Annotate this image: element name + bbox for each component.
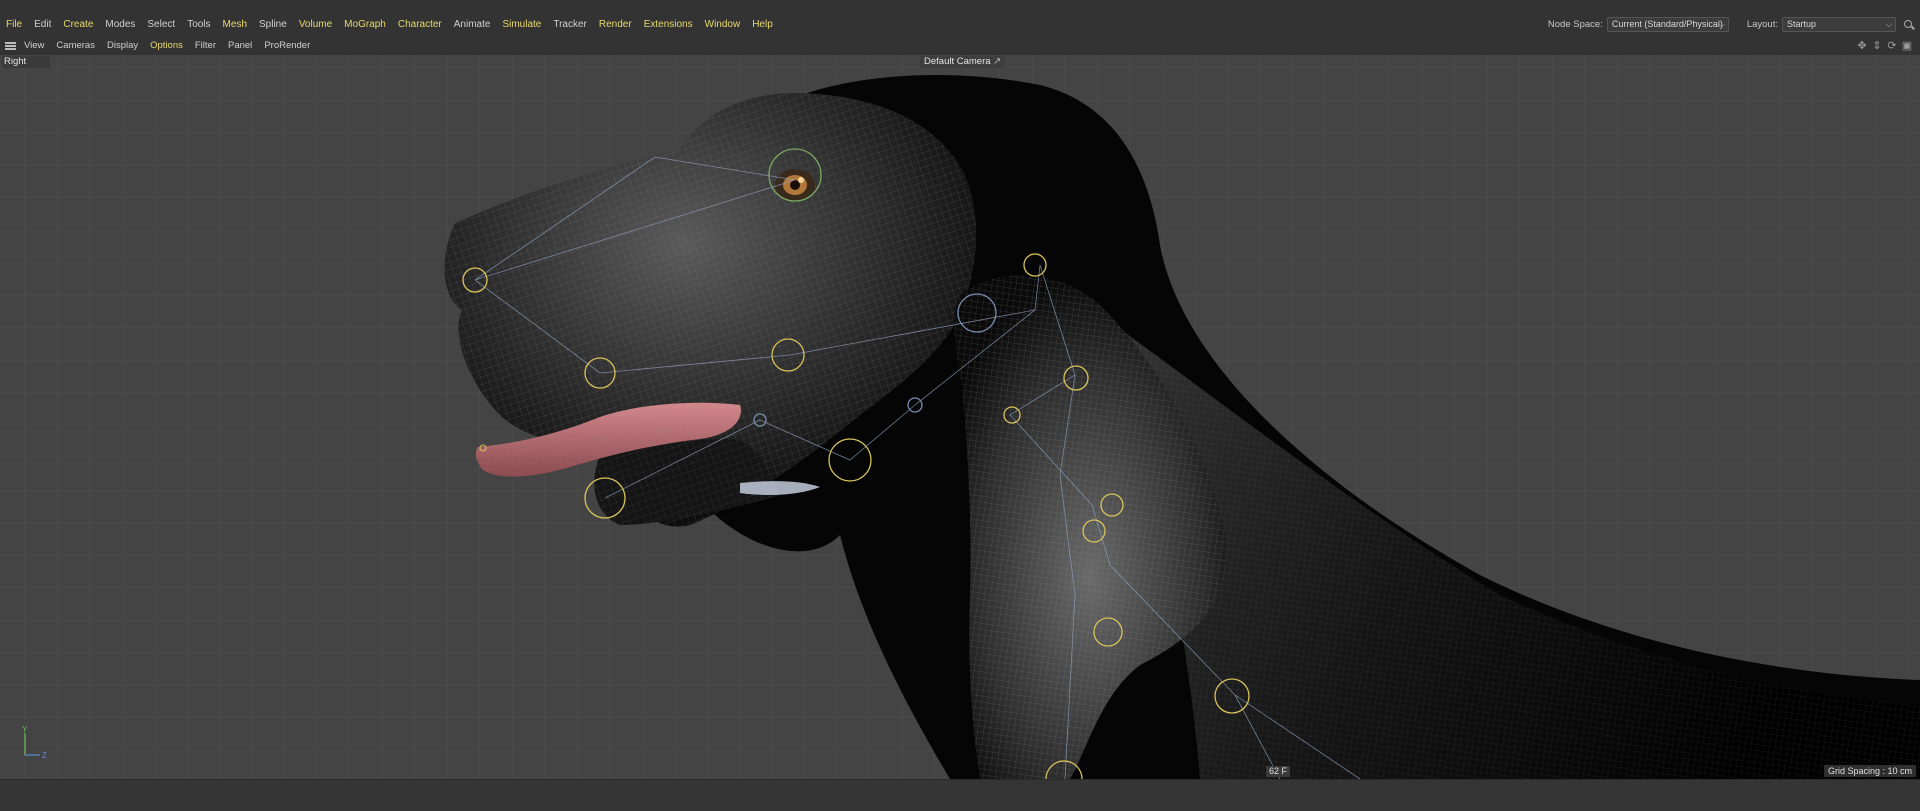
menu-spline[interactable]: Spline bbox=[253, 18, 293, 31]
view-name-label[interactable]: Right bbox=[2, 56, 50, 68]
layout-label: Layout: bbox=[1746, 19, 1778, 30]
viewport-menu-options[interactable]: Options bbox=[144, 40, 189, 52]
menu-mesh[interactable]: Mesh bbox=[217, 18, 253, 31]
status-bar bbox=[0, 779, 1920, 811]
menu-render[interactable]: Render bbox=[593, 18, 638, 31]
zoom-icon[interactable]: ⇕ bbox=[1870, 39, 1884, 53]
menu-create[interactable]: Create bbox=[57, 18, 99, 31]
camera-label[interactable]: Default Camera ↗ bbox=[920, 56, 1006, 68]
menu-volume[interactable]: Volume bbox=[293, 18, 338, 31]
viewport-menu-panel[interactable]: Panel bbox=[222, 40, 258, 52]
rotate-icon[interactable]: ⟳ bbox=[1885, 39, 1899, 53]
menu-mograph[interactable]: MoGraph bbox=[338, 18, 392, 31]
layout-dropdown[interactable]: Startup ⌵ bbox=[1782, 17, 1896, 32]
menu-help[interactable]: Help bbox=[746, 18, 779, 31]
axis-z-label: Z bbox=[42, 751, 47, 760]
menu-animate[interactable]: Animate bbox=[448, 18, 497, 31]
menu-character[interactable]: Character bbox=[392, 18, 448, 31]
menu-file[interactable]: File bbox=[0, 18, 28, 31]
menu-window[interactable]: Window bbox=[699, 18, 747, 31]
frame-counter: 62 F bbox=[1266, 766, 1291, 777]
viewport-menu-view[interactable]: View bbox=[18, 40, 50, 52]
viewport-nav-icons: ✥ ⇕ ⟳ ▣ bbox=[1854, 39, 1914, 53]
main-menubar: File Edit Create Modes Select Tools Mesh Spline… bbox=[0, 0, 1920, 40]
node-space-label: Node Space: bbox=[1547, 19, 1603, 30]
menu-tools[interactable]: Tools bbox=[181, 18, 216, 31]
menu-edit[interactable]: Edit bbox=[28, 18, 57, 31]
chevron-down-icon: ⌵ bbox=[1718, 20, 1725, 29]
camera-name: Default Camera bbox=[924, 56, 991, 67]
menu-simulate[interactable]: Simulate bbox=[496, 18, 547, 31]
viewport-menu-filter[interactable]: Filter bbox=[189, 40, 222, 52]
axis-y-label: Y bbox=[22, 725, 28, 734]
menu-tracker[interactable]: Tracker bbox=[547, 18, 593, 31]
header-controls: Node Space: Current (Standard/Physical) … bbox=[1548, 17, 1920, 32]
camera-link-icon: ↗ bbox=[990, 56, 1002, 67]
viewport-menu-cameras[interactable]: Cameras bbox=[50, 40, 101, 52]
menu-select[interactable]: Select bbox=[141, 18, 181, 31]
move-icon[interactable]: ✥ bbox=[1855, 39, 1869, 53]
viewport-menu: View Cameras Display Options Filter Panel ProR… bbox=[18, 40, 316, 52]
hamburger-menu-icon[interactable] bbox=[5, 42, 16, 50]
viewport-menu-display[interactable]: Display bbox=[101, 40, 144, 52]
layout-value: Startup bbox=[1787, 19, 1817, 29]
menu-modes[interactable]: Modes bbox=[99, 18, 141, 31]
viewport-menu-prorender[interactable]: ProRender bbox=[258, 40, 316, 52]
maximize-icon[interactable]: ▣ bbox=[1900, 39, 1914, 53]
node-space-value: Current (Standard/Physical) bbox=[1611, 19, 1723, 29]
main-menu: File Edit Create Modes Select Tools Mesh Spline… bbox=[0, 18, 779, 31]
3d-viewport[interactable]: Y Z Right Default Camera ↗ 62 F Grid Spa… bbox=[0, 55, 1920, 779]
viewport-toolbar: View Cameras Display Options Filter Panel ProR… bbox=[0, 37, 1920, 55]
node-space-dropdown[interactable]: Current (Standard/Physical) ⌵ bbox=[1606, 17, 1729, 32]
viewport-scene: Y Z bbox=[0, 55, 1920, 779]
grid-spacing-label: Grid Spacing : 10 cm bbox=[1823, 765, 1916, 777]
chevron-down-icon: ⌵ bbox=[1885, 20, 1892, 29]
menu-extensions[interactable]: Extensions bbox=[638, 18, 699, 31]
search-icon[interactable] bbox=[1902, 18, 1916, 32]
